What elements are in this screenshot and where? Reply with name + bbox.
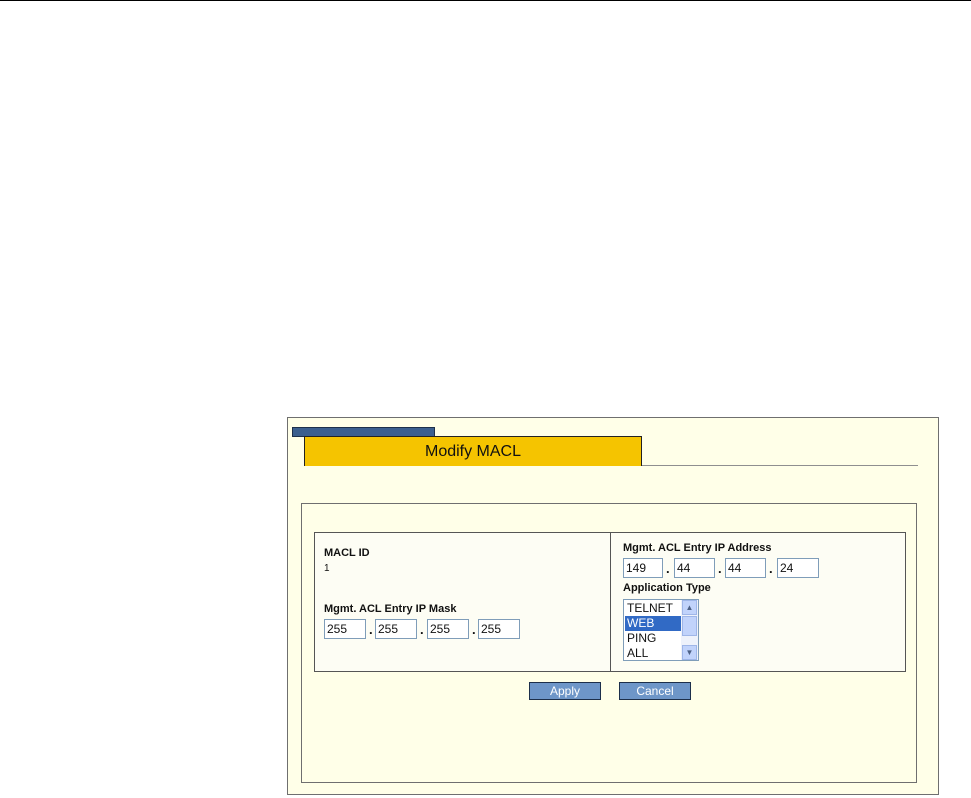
modify-macl-panel: Modify MACL MACL ID 1 Mgmt. ACL Entry IP… — [287, 417, 939, 795]
top-rule — [0, 0, 971, 1]
tab-rule — [642, 465, 918, 466]
ip-octet-3[interactable] — [725, 558, 766, 578]
mask-octet-2[interactable] — [375, 619, 417, 639]
listbox-scrollbar[interactable]: ▲ ▼ — [681, 600, 698, 660]
scroll-down-icon[interactable]: ▼ — [682, 645, 697, 660]
app-option-web[interactable]: WEB — [625, 616, 681, 631]
panel-title: Modify MACL — [424, 442, 522, 460]
tab-modify-macl: Modify MACL — [304, 436, 642, 466]
mask-octet-1[interactable] — [324, 619, 366, 639]
ip-dot-3: . — [769, 561, 773, 576]
scroll-thumb[interactable] — [682, 616, 697, 636]
cancel-button[interactable]: Cancel — [619, 682, 691, 700]
right-column: Mgmt. ACL Entry IP Address . . . Applica… — [611, 533, 905, 671]
ip-octet-2[interactable] — [674, 558, 715, 578]
mask-octet-4[interactable] — [478, 619, 520, 639]
apply-button[interactable]: Apply — [529, 682, 601, 700]
mask-dot-2: . — [420, 622, 424, 637]
macl-id-label: MACL ID — [324, 547, 370, 559]
mask-dot-3: . — [472, 622, 476, 637]
page: Modify MACL MACL ID 1 Mgmt. ACL Entry IP… — [0, 0, 971, 798]
app-option-all[interactable]: ALL — [625, 646, 681, 660]
application-type-listbox[interactable]: TELNET WEB PING ALL ▲ ▼ — [623, 599, 699, 661]
ip-octet-4[interactable] — [777, 558, 819, 578]
mask-octet-3[interactable] — [427, 619, 469, 639]
macl-id-value: 1 — [324, 563, 330, 574]
scroll-up-icon[interactable]: ▲ — [682, 600, 697, 615]
left-column: MACL ID 1 Mgmt. ACL Entry IP Mask . . . — [315, 533, 611, 671]
ip-address-label: Mgmt. ACL Entry IP Address — [623, 542, 772, 554]
app-option-ping[interactable]: PING — [625, 631, 681, 646]
ip-dot-2: . — [718, 561, 722, 576]
ip-dot-1: . — [666, 561, 670, 576]
application-type-label: Application Type — [623, 582, 711, 594]
app-option-telnet[interactable]: TELNET — [625, 601, 681, 616]
content-box: MACL ID 1 Mgmt. ACL Entry IP Mask . . . … — [301, 503, 917, 783]
mask-dot-1: . — [369, 622, 373, 637]
ip-octet-1[interactable] — [623, 558, 663, 578]
mask-label: Mgmt. ACL Entry IP Mask — [324, 603, 457, 615]
fields-table: MACL ID 1 Mgmt. ACL Entry IP Mask . . . … — [314, 532, 906, 672]
